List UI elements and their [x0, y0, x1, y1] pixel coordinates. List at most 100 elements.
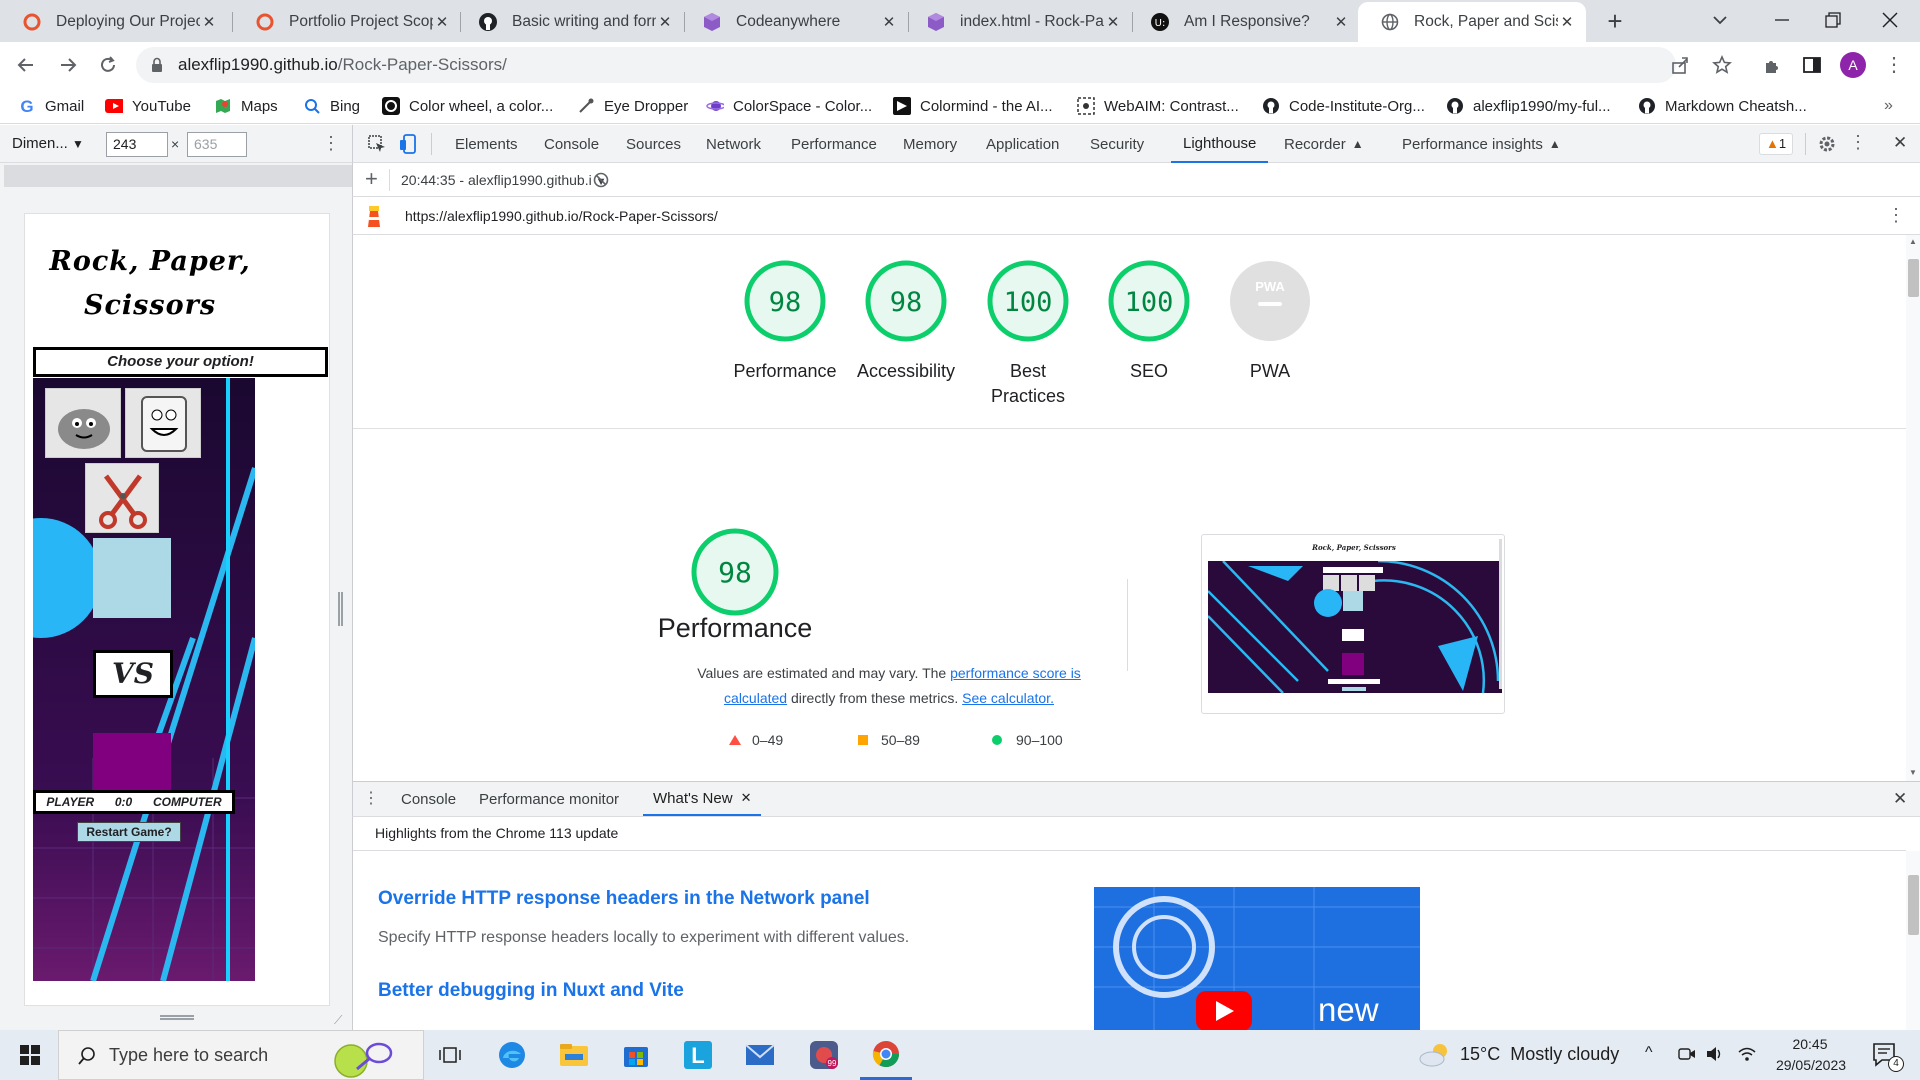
- bookmark-bing[interactable]: Bing: [303, 88, 360, 124]
- tab-index-html[interactable]: index.html - Rock-Paper ✕: [904, 2, 1132, 42]
- chrome-taskbar-icon[interactable]: [860, 1030, 912, 1080]
- bookmark-maps[interactable]: Maps: [214, 88, 278, 124]
- tab-performance-insights[interactable]: Performance insights ▲: [1402, 125, 1561, 163]
- close-window-icon[interactable]: [1880, 10, 1900, 30]
- forward-arrow-icon[interactable]: [58, 55, 78, 75]
- devtools-menu-icon[interactable]: ⋮: [1849, 132, 1867, 153]
- close-icon[interactable]: ✕: [200, 13, 218, 31]
- bookmark-color-wheel[interactable]: Color wheel, a color...: [382, 88, 553, 124]
- close-icon[interactable]: ✕: [656, 13, 674, 31]
- gauge-seo[interactable]: 100 SEO: [1089, 259, 1209, 384]
- restore-icon[interactable]: [1823, 10, 1843, 30]
- back-arrow-icon[interactable]: [16, 55, 36, 75]
- clear-icon[interactable]: [593, 172, 609, 188]
- feature-link-override-headers[interactable]: Override HTTP response headers in the Ne…: [378, 888, 870, 910]
- bookmark-colormind[interactable]: Colormind - the AI...: [893, 88, 1053, 124]
- mail-icon[interactable]: [734, 1030, 786, 1080]
- file-explorer-icon[interactable]: [548, 1030, 600, 1080]
- bookmark-colorspace[interactable]: ColorSpace - Color...: [706, 88, 872, 124]
- tab-recorder[interactable]: Recorder ▲: [1284, 125, 1364, 163]
- device-height-input[interactable]: 635: [187, 132, 247, 157]
- chrome-menu-icon[interactable]: ⋮: [1884, 52, 1904, 78]
- device-menu-icon[interactable]: ⋮: [322, 133, 340, 154]
- learn-app-icon[interactable]: L: [672, 1030, 724, 1080]
- report-url[interactable]: https://alexflip1990.github.io/Rock-Pape…: [405, 208, 718, 224]
- edge-icon[interactable]: [486, 1030, 538, 1080]
- report-select[interactable]: 20:44:35 - alexflip1990.github.i ▼: [401, 172, 606, 188]
- close-drawer-icon[interactable]: ✕: [1893, 789, 1907, 809]
- drawer-menu-icon[interactable]: ⋮: [363, 788, 379, 808]
- bookmark-youtube[interactable]: YouTube: [105, 88, 191, 124]
- tab-memory[interactable]: Memory: [903, 125, 957, 163]
- meet-icon[interactable]: [1678, 1046, 1696, 1062]
- drawer-scrollbar[interactable]: [1906, 851, 1920, 1030]
- close-icon[interactable]: ✕: [433, 13, 451, 31]
- report-scrollbar[interactable]: ▲ ▼: [1906, 235, 1920, 781]
- drawer-tab-console[interactable]: Console: [401, 782, 456, 816]
- resize-handle-right[interactable]: [338, 592, 343, 626]
- taskbar-search-box[interactable]: Type here to search: [58, 1030, 424, 1080]
- star-icon[interactable]: [1712, 55, 1732, 75]
- reload-icon[interactable]: [98, 55, 118, 75]
- new-report-icon[interactable]: +: [365, 166, 378, 192]
- tab-application[interactable]: Application: [986, 125, 1059, 163]
- close-devtools-icon[interactable]: ✕: [1893, 133, 1907, 153]
- resize-corner-icon[interactable]: ⟋: [334, 1013, 342, 1028]
- close-icon[interactable]: ✕: [741, 790, 752, 806]
- paper-option-button[interactable]: [125, 388, 201, 458]
- tab-lighthouse[interactable]: Lighthouse: [1171, 125, 1269, 163]
- bookmark-code-institute[interactable]: Code-Institute-Org...: [1262, 88, 1425, 124]
- report-menu-icon[interactable]: ⋮: [1887, 205, 1905, 226]
- more-bookmarks-icon[interactable]: »: [1884, 88, 1893, 124]
- tab-deploying[interactable]: Deploying Our Project ✕: [0, 2, 228, 42]
- tab-portfolio[interactable]: Portfolio Project Scope ✕: [233, 2, 461, 42]
- windows-start-icon[interactable]: [4, 1030, 56, 1080]
- see-calculator-link[interactable]: See calculator.: [962, 690, 1054, 706]
- tab-network[interactable]: Network: [706, 125, 761, 163]
- bookmark-my-full[interactable]: alexflip1990/my-ful...: [1446, 88, 1611, 124]
- tab-rock-paper-scissors[interactable]: Rock, Paper and Scissors ✕: [1358, 2, 1586, 42]
- bookmark-gmail[interactable]: G Gmail: [18, 88, 84, 124]
- drawer-tab-whats-new[interactable]: What's New ✕: [643, 782, 762, 816]
- device-toggle-icon[interactable]: [399, 134, 419, 154]
- tab-codeanywhere[interactable]: Codeanywhere ✕: [680, 2, 908, 42]
- clock-time[interactable]: 20:45: [1780, 1036, 1840, 1052]
- gauge-best-practices[interactable]: 100 Best Practices: [968, 259, 1088, 409]
- rock-option-button[interactable]: [45, 388, 121, 458]
- new-tab-button[interactable]: +: [1600, 6, 1630, 36]
- gauge-accessibility[interactable]: 98 Accessibility: [846, 259, 966, 384]
- tab-elements[interactable]: Elements: [455, 125, 518, 163]
- scrollbar-thumb[interactable]: [1908, 875, 1919, 935]
- volume-icon[interactable]: [1706, 1046, 1724, 1062]
- scroll-up-icon[interactable]: ▲: [1909, 237, 1917, 246]
- inspect-element-icon[interactable]: [367, 134, 387, 154]
- gauge-performance[interactable]: 98 Performance: [725, 259, 845, 384]
- whats-new-video-thumbnail[interactable]: new: [1094, 887, 1420, 1030]
- social-app-icon[interactable]: 99: [798, 1030, 850, 1080]
- close-icon[interactable]: ✕: [1332, 13, 1350, 31]
- profile-avatar[interactable]: A: [1840, 52, 1866, 78]
- close-icon[interactable]: ✕: [1104, 13, 1122, 31]
- address-bar[interactable]: alexflip1990.github.io/Rock-Paper-Scisso…: [136, 47, 1688, 83]
- chevron-up-icon[interactable]: ^: [1645, 1044, 1653, 1062]
- share-icon[interactable]: [1670, 55, 1690, 75]
- device-preset-select[interactable]: Dimen... ▼: [12, 135, 84, 152]
- weather-text[interactable]: 15°C Mostly cloudy: [1460, 1044, 1619, 1065]
- extensions-icon[interactable]: [1762, 55, 1782, 75]
- warnings-counter[interactable]: ▲1: [1759, 133, 1793, 155]
- bookmark-webaim[interactable]: WebAIM: Contrast...: [1077, 88, 1239, 124]
- tab-console[interactable]: Console: [544, 125, 599, 163]
- scrollbar-thumb[interactable]: [1908, 259, 1919, 297]
- minimize-icon[interactable]: [1772, 10, 1792, 30]
- close-icon[interactable]: ✕: [880, 13, 898, 31]
- tab-am-i-responsive[interactable]: U: Am I Responsive? ✕: [1128, 2, 1360, 42]
- gear-icon[interactable]: [1817, 134, 1837, 154]
- device-width-input[interactable]: 243: [106, 132, 168, 157]
- resize-handle-bottom[interactable]: [160, 1015, 194, 1020]
- bookmark-markdown[interactable]: Markdown Cheatsh...: [1638, 88, 1807, 124]
- drawer-tab-performance-monitor[interactable]: Performance monitor: [479, 782, 619, 816]
- tab-basic-writing[interactable]: Basic writing and formatting ✕: [456, 2, 684, 42]
- scroll-down-icon[interactable]: ▼: [1909, 768, 1917, 777]
- microsoft-store-icon[interactable]: [610, 1030, 662, 1080]
- tab-sources[interactable]: Sources: [626, 125, 681, 163]
